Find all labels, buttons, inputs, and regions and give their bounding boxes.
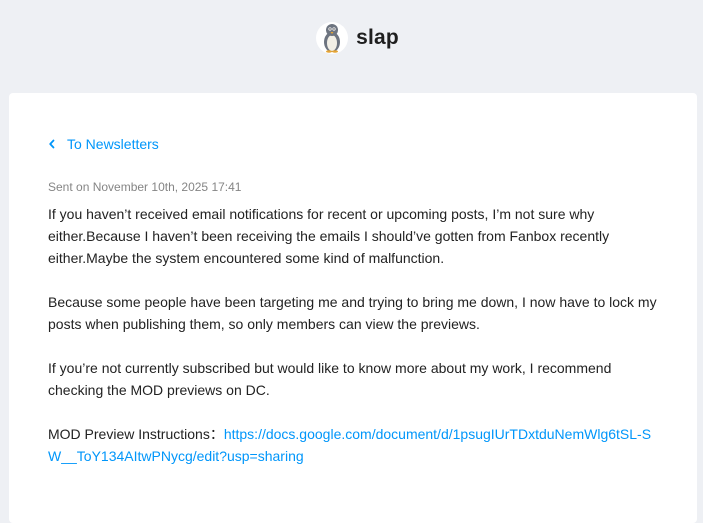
- creator-name[interactable]: slap: [356, 26, 399, 50]
- instructions-paragraph: MOD Preview Instructions：https://docs.go…: [48, 423, 658, 467]
- newsletter-body: If you haven’t received email notificati…: [48, 203, 658, 489]
- sent-date: Sent on November 10th, 2025 17:41: [48, 180, 242, 194]
- back-to-newsletters-link[interactable]: To Newsletters: [48, 136, 159, 152]
- creator-avatar[interactable]: [316, 22, 349, 54]
- back-link-label[interactable]: To Newsletters: [67, 136, 159, 152]
- chevron-left-icon: [48, 139, 56, 149]
- creator-brand[interactable]: slap: [316, 22, 399, 54]
- body-paragraph: If you haven’t received email notificati…: [48, 206, 610, 266]
- page-header: slap: [0, 0, 703, 76]
- body-paragraph: Because some people have been targeting …: [48, 294, 657, 332]
- instructions-label: MOD Preview Instructions：: [48, 426, 224, 442]
- body-paragraph: If you’re not currently subscribed but w…: [48, 360, 612, 398]
- penguin-avatar-icon: [324, 24, 341, 53]
- newsletter-card: To Newsletters Sent on November 10th, 20…: [9, 93, 697, 523]
